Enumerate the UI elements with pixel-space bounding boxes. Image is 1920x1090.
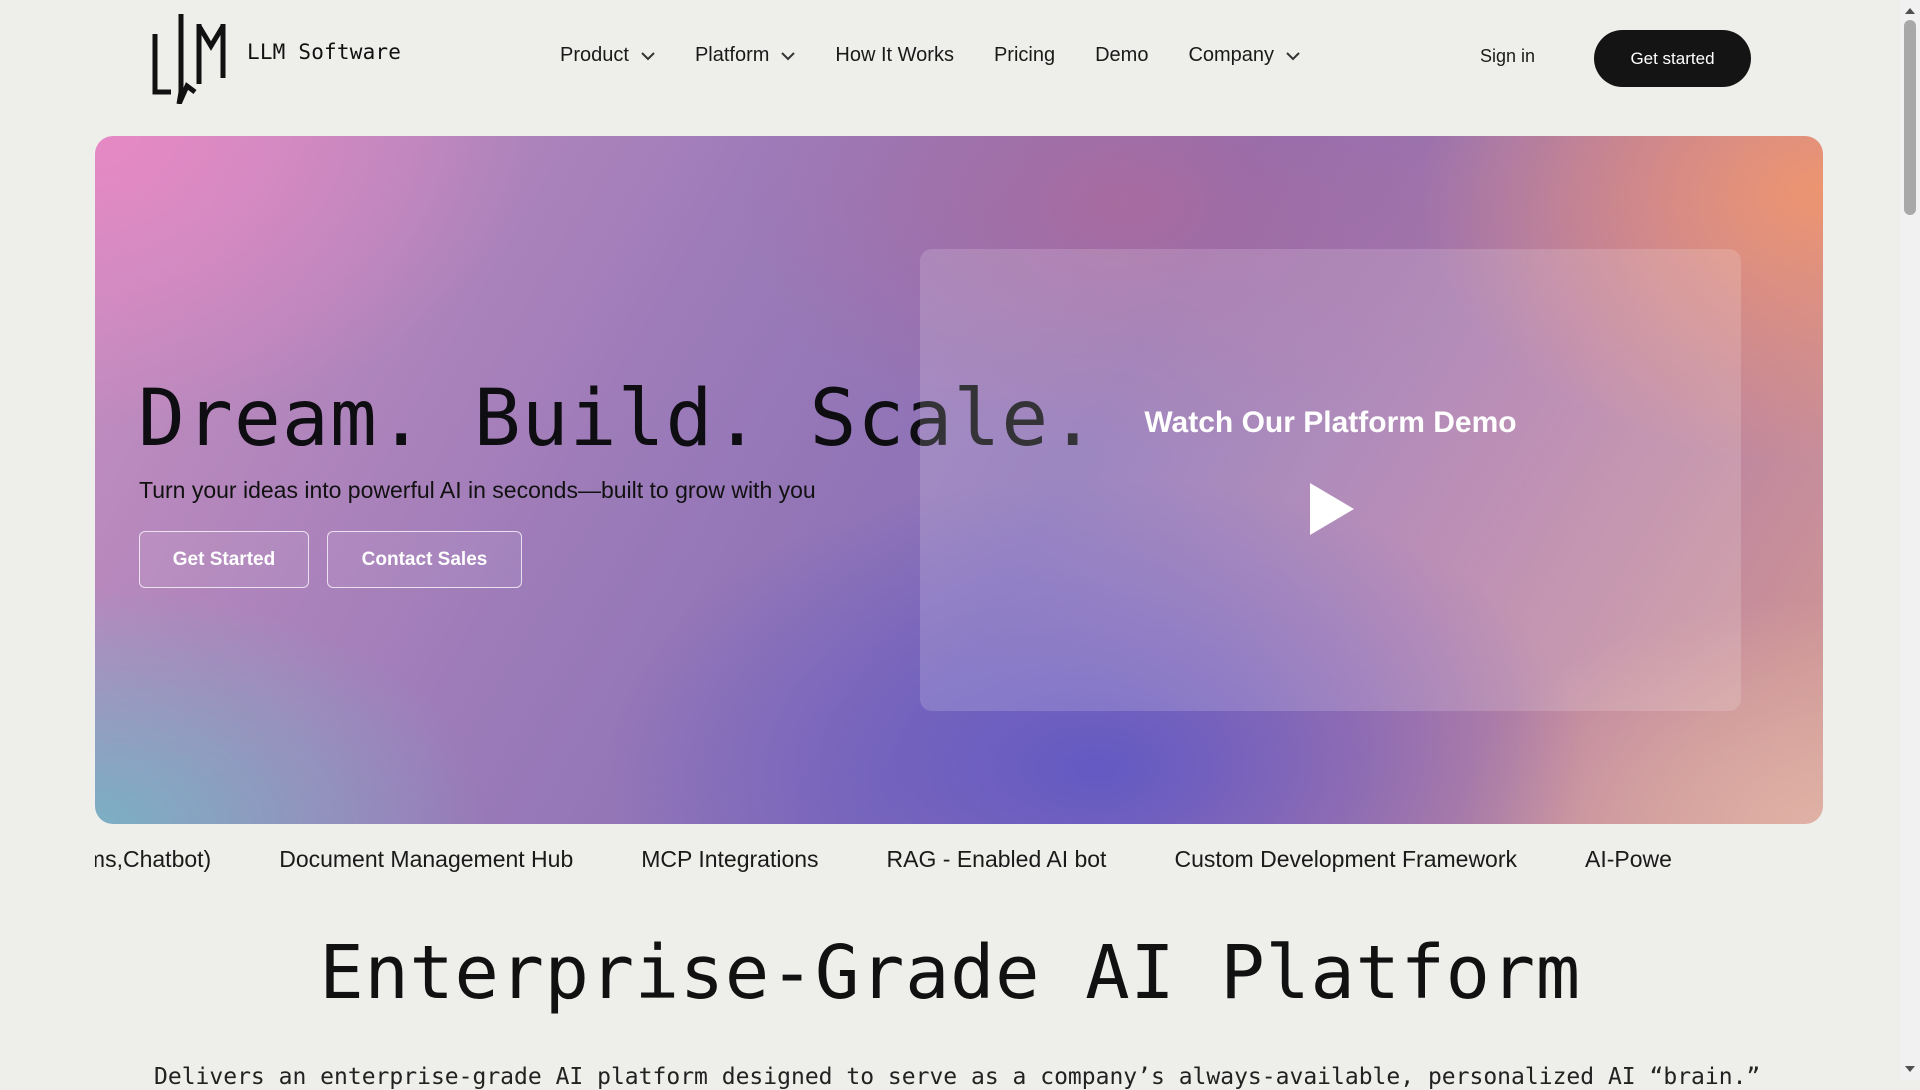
chevron-down-icon [641, 44, 655, 67]
ticker-item: AI-Powe [1585, 846, 1672, 872]
page-scrollbar[interactable] [1900, 0, 1920, 1080]
hero-get-started-button[interactable]: Get Started [139, 531, 309, 588]
llm-logo-icon [149, 12, 231, 104]
ticker-item: MCP Integrations [641, 846, 819, 872]
nav-company[interactable]: Company [1188, 44, 1300, 67]
hero-banner: Dream. Build. Scale. Turn your ideas int… [95, 136, 1823, 824]
nav-how-it-works[interactable]: How It Works [835, 44, 954, 67]
nav-demo-label: Demo [1095, 44, 1149, 66]
feature-ticker: Voice , sms,Chatbot) Document Management… [95, 846, 1807, 882]
nav-product-label: Product [560, 44, 629, 66]
section-title: Enterprise-Grade AI Platform [319, 930, 1581, 1016]
nav-pricing[interactable]: Pricing [994, 44, 1055, 67]
main-nav: Product Platform How It Works Pricing De… [560, 44, 1340, 67]
nav-platform-label: Platform [694, 44, 770, 66]
nav-product[interactable]: Product [560, 44, 655, 67]
ticker-item: Custom Development Framework [1174, 846, 1518, 872]
video-title: Watch Our Platform Demo [1144, 406, 1517, 439]
scroll-thumb[interactable] [1904, 20, 1916, 215]
ticker-item: Voice , sms,Chatbot) [95, 846, 212, 872]
chevron-down-icon [1286, 44, 1300, 67]
hero-subtitle: Turn your ideas into powerful AI in seco… [139, 477, 816, 503]
nav-platform[interactable]: Platform [694, 44, 796, 67]
ticker-track: Voice , sms,Chatbot) Document Management… [95, 846, 1740, 873]
contact-sales-button[interactable]: Contact Sales [327, 531, 522, 588]
scroll-down-arrow-icon[interactable] [1900, 1060, 1920, 1078]
logo-link[interactable]: LLM Software [149, 12, 401, 104]
nav-how-it-works-label: How It Works [835, 44, 954, 66]
site-header: LLM Software Product Platform How It Wor… [0, 0, 1900, 116]
ticker-item: RAG - Enabled AI bot [886, 846, 1107, 872]
demo-video-card[interactable]: Watch Our Platform Demo [920, 249, 1741, 711]
sign-in-link[interactable]: Sign in [1480, 46, 1535, 67]
ticker-item: Document Management Hub [279, 846, 574, 872]
section-body: Delivers an enterprise-grade AI platform… [154, 1064, 1774, 1090]
get-started-button[interactable]: Get started [1594, 30, 1751, 87]
nav-pricing-label: Pricing [993, 44, 1056, 66]
nav-demo[interactable]: Demo [1095, 44, 1148, 67]
scroll-up-arrow-icon[interactable] [1900, 2, 1920, 20]
logo-text: LLM Software [247, 40, 402, 64]
play-icon[interactable] [1300, 479, 1360, 544]
nav-company-label: Company [1188, 44, 1275, 66]
chevron-down-icon [781, 44, 796, 67]
